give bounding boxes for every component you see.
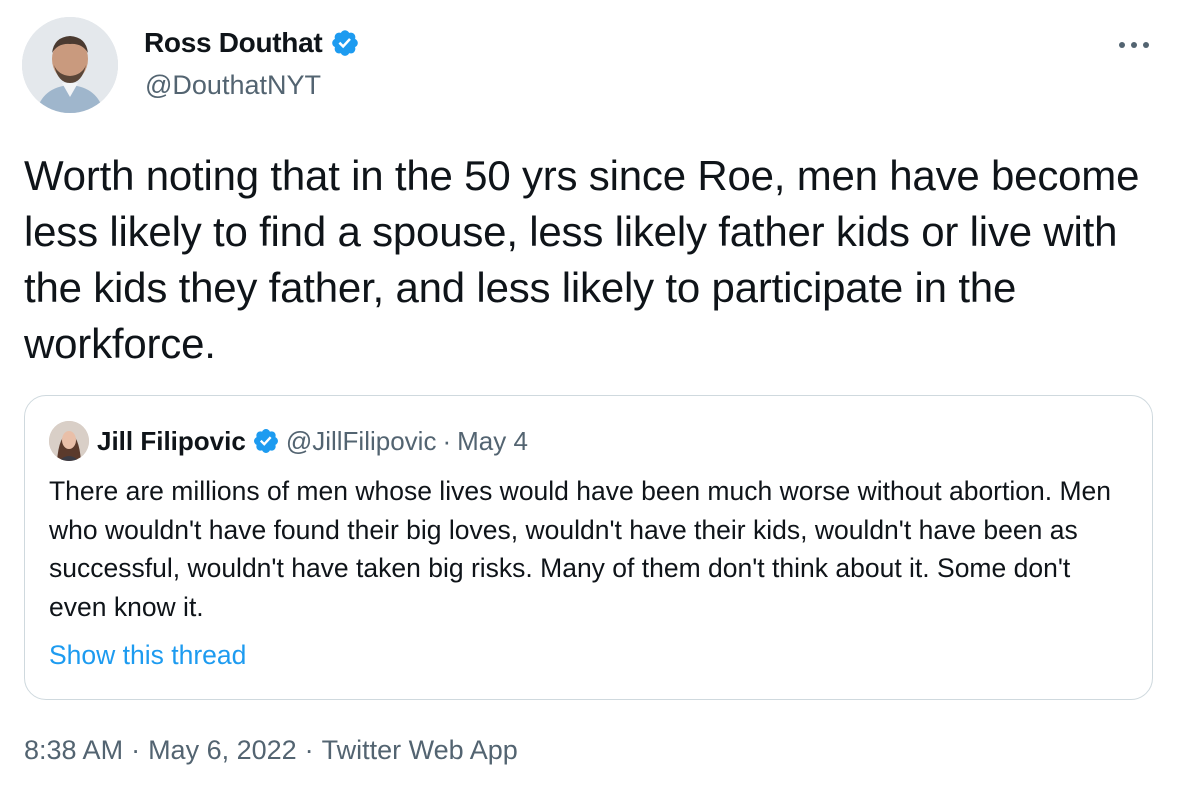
author-display-name[interactable]: Ross Douthat <box>144 27 323 59</box>
quoted-tweet-text: There are millions of men whose lives wo… <box>49 476 1112 622</box>
quoted-tweet-header: Jill Filipovic @JillFilipovic · May 4 <box>49 421 528 461</box>
tweet-date[interactable]: May 6, 2022 <box>148 735 297 765</box>
author-avatar-image <box>22 17 118 113</box>
tweet-meta: 8:38 AM · May 6, 2022 · Twitter Web App <box>24 735 518 766</box>
quoted-author-avatar[interactable] <box>49 421 89 461</box>
quoted-tweet-card[interactable]: Jill Filipovic @JillFilipovic · May 4 Th… <box>24 395 1153 700</box>
more-options-icon[interactable] <box>1114 30 1154 60</box>
meta-separator: · <box>304 735 314 765</box>
tweet-time[interactable]: 8:38 AM <box>24 735 123 765</box>
quoted-separator: · <box>442 425 452 456</box>
quoted-author-display-name: Jill Filipovic <box>97 425 246 456</box>
author-handle[interactable]: @DouthatNYT <box>145 70 321 101</box>
quoted-tweet-date: May 4 <box>457 425 528 456</box>
author-name-row: Ross Douthat <box>144 27 360 59</box>
tweet-source[interactable]: Twitter Web App <box>322 735 518 765</box>
author-avatar[interactable] <box>22 17 118 113</box>
meta-separator: · <box>131 735 141 765</box>
verified-badge-icon[interactable] <box>330 28 360 58</box>
quoted-author-handle: @JillFilipovic <box>285 425 437 456</box>
show-thread-link[interactable]: Show this thread <box>49 640 246 671</box>
quoted-verified-badge-icon <box>252 427 280 455</box>
tweet-text: Worth noting that in the 50 yrs since Ro… <box>24 152 1140 367</box>
